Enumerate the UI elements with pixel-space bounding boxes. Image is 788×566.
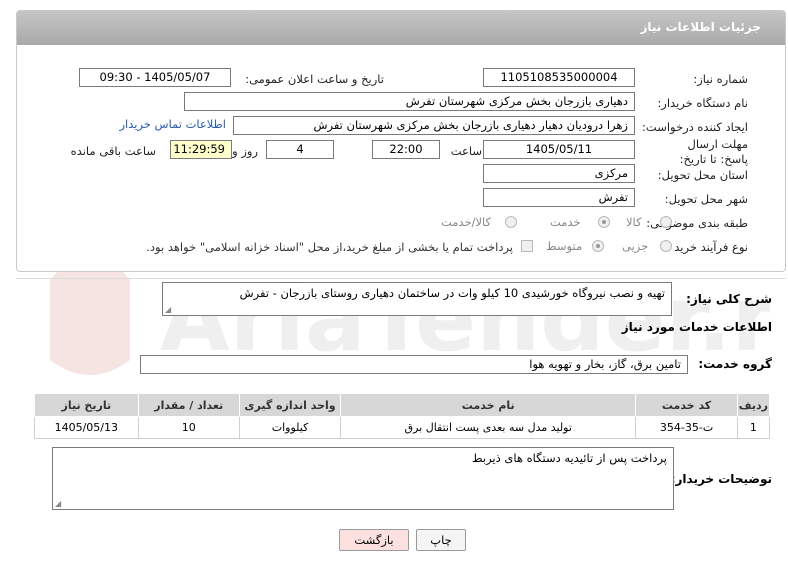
category-goods-radio[interactable] <box>660 216 672 228</box>
need-number-label: شماره نیاز: <box>693 72 748 86</box>
buyer-notes-label: توضیحات خریدار: <box>670 472 772 486</box>
purchase-minor-label: جزیی <box>622 239 649 253</box>
buyer-notes-text: پرداخت پس از تائیدیه دستگاه های ذیربط <box>471 451 667 465</box>
back-button[interactable]: بازگشت <box>339 529 409 551</box>
description-label: شرح کلی نیاز: <box>686 292 772 306</box>
col-service-code: کد خدمت <box>635 393 738 417</box>
divider <box>16 278 786 279</box>
table-header-row: ردیف کد خدمت نام خدمت واحد اندازه گیری ت… <box>34 393 771 417</box>
buyer-contact-link[interactable]: اطلاعات تماس خریدار <box>119 117 226 131</box>
deadline-time-field: 22:00 <box>372 140 440 159</box>
service-group-label: گروه خدمت: <box>698 357 772 371</box>
cell-service-code: ت-35-354 <box>635 416 738 439</box>
province-label: استان محل تحویل: <box>657 168 748 182</box>
category-both-radio[interactable] <box>505 216 517 228</box>
resize-handle-icon[interactable]: ◢ <box>165 305 171 314</box>
service-group-field: تامین برق، گاز، بخار و تهویه هوا <box>140 355 688 374</box>
announce-label: تاریخ و ساعت اعلان عمومی: <box>245 72 384 86</box>
treasury-checkbox[interactable] <box>521 240 533 252</box>
print-button[interactable]: چاپ <box>416 529 466 551</box>
col-quantity: تعداد / مقدار <box>137 393 240 417</box>
col-service-name: نام خدمت <box>340 393 637 417</box>
col-unit: واحد اندازه گیری <box>238 393 342 417</box>
purchase-minor-radio[interactable] <box>660 240 672 252</box>
purchase-medium-label: متوسط <box>546 239 583 253</box>
cell-row: 1 <box>736 416 771 439</box>
col-row: ردیف <box>736 393 771 417</box>
buyer-org-field: دهیاری بازرجان بخش مرکزی شهرستان تفرش <box>184 92 635 111</box>
description-textarea[interactable]: تهیه و نصب نیروگاه خورشیدی 10 کیلو وات د… <box>162 282 672 316</box>
cell-quantity: 10 <box>137 416 240 439</box>
remaining-label: ساعت باقی مانده <box>70 144 156 158</box>
table-row: 1 ت-35-354 تولید مدل سه بعدی پست انتقال … <box>34 416 771 439</box>
remaining-time-field: 11:29:59 <box>170 140 232 159</box>
province-field: مرکزی <box>483 164 635 183</box>
panel-title: جزئیات اطلاعات نیاز <box>640 20 761 34</box>
treasury-note: پرداخت تمام یا بخشی از مبلغ خرید،از محل … <box>146 240 513 254</box>
category-service-label: خدمت <box>550 215 581 229</box>
buyer-notes-textarea[interactable]: پرداخت پس از تائیدیه دستگاه های ذیربط ◢ <box>52 447 674 510</box>
creator-label: ایجاد کننده درخواست: <box>642 120 748 134</box>
services-section-title: اطلاعات خدمات مورد نیاز <box>621 320 772 334</box>
buyer-org-label: نام دستگاه خریدار: <box>657 96 748 110</box>
cell-need-date: 1405/05/13 <box>34 416 139 439</box>
category-both-label: کالا/خدمت <box>441 215 492 229</box>
need-number-field: 1105108535000004 <box>483 68 635 87</box>
resize-handle-icon[interactable]: ◢ <box>55 499 61 508</box>
purchase-type-label: نوع فرآیند خرید : <box>666 240 748 254</box>
category-service-radio[interactable] <box>598 216 610 228</box>
deadline-date-field: 1405/05/11 <box>483 140 635 159</box>
category-goods-label: کالا <box>626 215 642 229</box>
deadline-label: مهلت ارسال پاسخ: تا تاریخ: <box>679 137 748 166</box>
deadline-time-label: ساعت <box>450 144 482 158</box>
creator-field: زهرا درودیان دهیار دهیاری بازرجان بخش مر… <box>233 116 635 135</box>
panel-header: جزئیات اطلاعات نیاز <box>17 11 785 45</box>
city-field: تفرش <box>483 188 635 207</box>
services-table: ردیف کد خدمت نام خدمت واحد اندازه گیری ت… <box>34 393 771 439</box>
purchase-medium-radio[interactable] <box>592 240 604 252</box>
city-label: شهر محل تحویل: <box>664 192 748 206</box>
announce-datetime-field: 1405/05/07 - 09:30 <box>79 68 231 87</box>
cell-unit: کیلووات <box>238 416 342 439</box>
cell-service-name: تولید مدل سه بعدی پست انتقال برق <box>340 416 637 439</box>
description-text: تهیه و نصب نیروگاه خورشیدی 10 کیلو وات د… <box>239 286 665 300</box>
days-field: 4 <box>266 140 334 159</box>
col-need-date: تاریخ نیاز <box>34 393 139 417</box>
days-label: روز و <box>232 144 258 158</box>
